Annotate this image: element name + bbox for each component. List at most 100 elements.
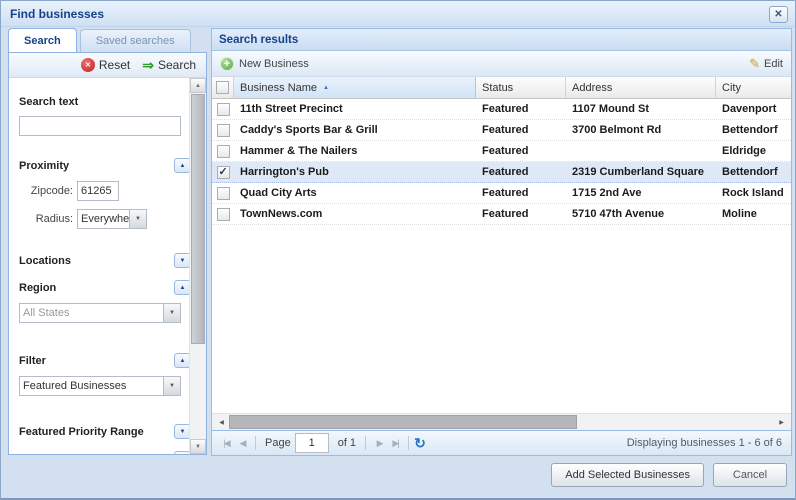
column-header-address[interactable]: Address (566, 77, 716, 98)
tab-search-label: Search (24, 34, 61, 47)
form-vertical-scrollbar[interactable]: ▲ ▼ (189, 78, 206, 454)
business-name-cell: Hammer & The Nailers (240, 145, 358, 157)
page-label: Page (265, 437, 291, 449)
reset-label: Reset (98, 58, 131, 72)
city-cell: Bettendorf (722, 124, 778, 136)
first-page-button[interactable]: |◀ (218, 438, 234, 449)
column-header-status[interactable]: Status (476, 77, 566, 98)
city-cell: Eldridge (722, 145, 767, 157)
grid-empty-area (212, 225, 791, 413)
status-cell: Featured (482, 208, 529, 220)
select-all-checkbox[interactable] (216, 81, 229, 94)
expand-icon: ▼ (179, 257, 186, 264)
find-businesses-dialog: Find businesses ✕ Search Saved searches … (0, 0, 796, 500)
scroll-left-icon[interactable]: ◀ (214, 415, 229, 430)
toolbar-separator (255, 436, 256, 450)
vertical-scrollbar-thumb[interactable] (191, 94, 205, 344)
address-cell: 1715 2nd Ave (572, 187, 642, 199)
main-category-label: Main Category (19, 453, 95, 455)
toolbar-separator (365, 436, 367, 450)
search-form-body: Search text Proximity ▲ Zipcode: Radius:… (9, 78, 206, 454)
toolbar-separator (408, 436, 410, 450)
zipcode-row: Zipcode: (19, 181, 206, 201)
column-header-business-name[interactable]: Business Name ▲ (234, 77, 476, 98)
filter-combo[interactable]: Featured Businesses ▼ (19, 376, 181, 396)
row-checkbox[interactable] (216, 144, 230, 158)
scroll-right-icon[interactable]: ▶ (774, 415, 789, 430)
table-row[interactable]: Quad City Arts Featured 1715 2nd Ave Roc… (212, 183, 791, 204)
add-selected-businesses-button[interactable]: Add Selected Businesses (551, 463, 704, 487)
locations-section-header: Locations ▼ (19, 253, 191, 268)
region-value: All States (23, 307, 70, 319)
table-row[interactable]: TownNews.com Featured 5710 47th Avenue M… (212, 204, 791, 225)
table-row[interactable]: Harrington's Pub Featured 2319 Cumberlan… (212, 162, 791, 183)
search-button[interactable]: ⇒ Search (142, 58, 196, 72)
reset-icon: ✕ (80, 58, 95, 72)
address-cell: 2319 Cumberland Square (572, 166, 705, 178)
search-arrow-icon: ⇒ (142, 57, 154, 73)
new-business-button[interactable]: + New Business (220, 56, 309, 71)
table-row[interactable]: Hammer & The Nailers Featured Eldridge (212, 141, 791, 162)
prev-page-button[interactable]: ◀ (234, 438, 250, 449)
search-text-label: Search text (19, 96, 79, 108)
tab-saved-searches[interactable]: Saved searches (79, 29, 191, 52)
radius-label: Radius: (35, 213, 73, 225)
next-page-button[interactable]: ▶ (371, 438, 387, 449)
row-checkbox[interactable] (216, 123, 230, 137)
featured-priority-range-section-header: Featured Priority Range ▼ (19, 424, 191, 439)
expand-icon: ▼ (179, 428, 186, 435)
tab-search[interactable]: Search (8, 28, 77, 52)
filter-dropdown-arrow-icon[interactable]: ▼ (163, 377, 180, 395)
region-dropdown-arrow-icon[interactable]: ▼ (163, 304, 180, 322)
status-cell: Featured (482, 145, 529, 157)
results-toolbar: + New Business ✎ Edit (212, 51, 791, 77)
search-text-input[interactable] (19, 116, 181, 136)
region-combo[interactable]: All States ▼ (19, 303, 181, 323)
edit-pencil-icon: ✎ (749, 56, 761, 71)
filter-section-header: Filter ▲ (19, 353, 191, 368)
grid-horizontal-scrollbar[interactable]: ◀ ▶ (212, 413, 791, 430)
refresh-icon[interactable]: ↻ (414, 436, 426, 450)
zipcode-label: Zipcode: (30, 185, 73, 197)
results-panel-header: Search results (212, 29, 791, 51)
address-cell: 3700 Belmont Rd (572, 124, 662, 136)
radius-dropdown-arrow-icon[interactable]: ▼ (129, 210, 146, 228)
close-icon: ✕ (774, 9, 783, 20)
business-name-cell: TownNews.com (240, 208, 323, 220)
search-label: Search (157, 58, 196, 72)
row-checkbox[interactable] (216, 102, 230, 116)
radius-combo[interactable]: Everywhere ▼ (77, 209, 147, 229)
grid-header-row: Business Name ▲ Status Address City (212, 77, 791, 99)
table-row[interactable]: Caddy's Sports Bar & Grill Featured 3700… (212, 120, 791, 141)
cancel-button[interactable]: Cancel (713, 463, 787, 487)
collapse-icon: ▲ (179, 162, 186, 169)
row-checkbox[interactable] (216, 186, 230, 200)
column-header-city[interactable]: City (716, 77, 791, 98)
status-cell: Featured (482, 187, 529, 199)
page-number-input[interactable] (294, 433, 329, 453)
proximity-section-header: Proximity ▲ (19, 158, 191, 173)
horizontal-scrollbar-thumb[interactable] (229, 415, 577, 429)
scroll-up-icon[interactable]: ▲ (190, 78, 206, 93)
paging-toolbar: |◀ ◀ Page of 1 ▶ ▶| ↻ Displaying busines… (212, 430, 791, 455)
new-business-label: New Business (239, 57, 309, 70)
select-all-checkbox-cell (212, 77, 234, 98)
row-checkbox[interactable] (216, 165, 230, 179)
address-cell: 1107 Mound St (572, 103, 650, 115)
proximity-label: Proximity (19, 159, 70, 172)
results-panel-title: Search results (219, 33, 299, 46)
paging-status-text: Displaying businesses 1 - 6 of 6 (626, 437, 782, 449)
dialog-footer: Add Selected Businesses Cancel (551, 463, 787, 487)
close-button[interactable]: ✕ (769, 6, 788, 23)
reset-button[interactable]: ✕ Reset (80, 58, 131, 72)
business-name-cell: Quad City Arts (240, 187, 317, 199)
row-checkbox[interactable] (216, 207, 230, 221)
zipcode-input[interactable] (77, 181, 119, 201)
business-name-cell: Caddy's Sports Bar & Grill (240, 124, 378, 136)
table-row[interactable]: 11th Street Precinct Featured 1107 Mound… (212, 99, 791, 120)
edit-button[interactable]: ✎ Edit (749, 57, 783, 70)
scroll-down-icon[interactable]: ▼ (190, 439, 206, 454)
filter-label: Filter (19, 354, 46, 367)
last-page-button[interactable]: ▶| (387, 438, 403, 449)
page-of-label: of 1 (337, 437, 357, 449)
